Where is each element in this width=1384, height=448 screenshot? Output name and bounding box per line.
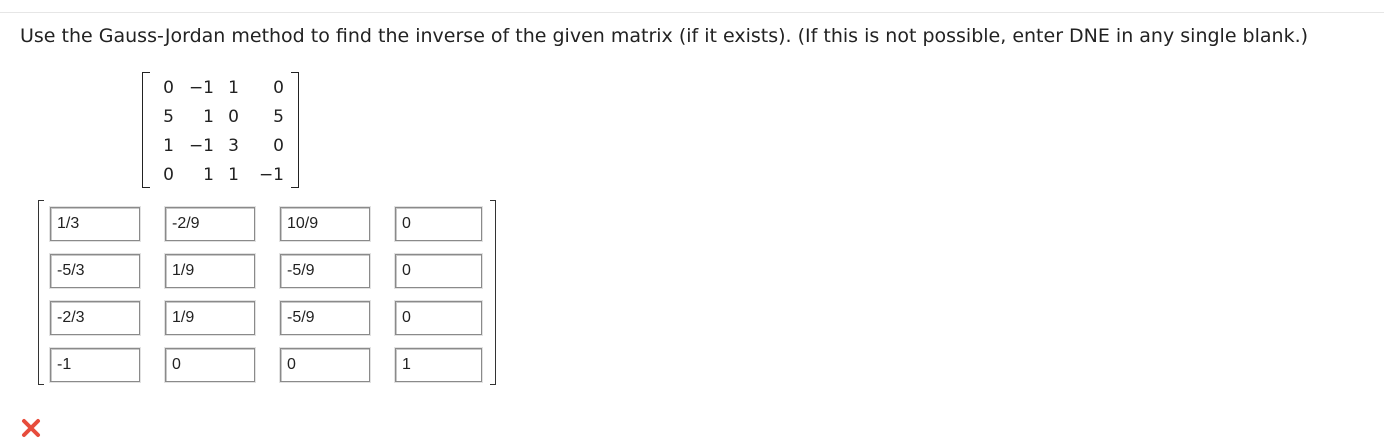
answer-input-r2c4[interactable] [395, 254, 482, 288]
answer-input-r4c4[interactable] [395, 348, 482, 382]
matrix-cell: 5 [273, 107, 284, 127]
matrix-cell: 0 [273, 78, 284, 98]
matrix-cell: 0 [163, 78, 174, 98]
answer-input-r4c1[interactable] [50, 348, 140, 382]
left-bracket [38, 200, 44, 385]
answer-input-r1c2[interactable] [165, 207, 255, 241]
matrix-cell: 0 [163, 165, 174, 185]
answer-matrix [38, 200, 496, 386]
matrix-cell: 3 [228, 136, 239, 156]
matrix-cell: 1 [228, 78, 239, 98]
matrix-cell: 0 [273, 136, 284, 156]
answer-input-r3c1[interactable] [50, 301, 140, 335]
right-bracket [490, 200, 496, 385]
given-matrix: 0 −1 1 0 5 1 0 5 1 −1 3 0 0 1 1 −1 [142, 72, 299, 188]
right-bracket [291, 72, 299, 188]
answer-input-r2c3[interactable] [280, 254, 370, 288]
matrix-cell: 1 [163, 136, 174, 156]
answer-input-r1c3[interactable] [280, 207, 370, 241]
matrix-cell: 0 [228, 107, 239, 127]
answer-input-r3c4[interactable] [395, 301, 482, 335]
question-text: Use the Gauss-Jordan method to find the … [20, 25, 1309, 47]
answer-input-r3c3[interactable] [280, 301, 370, 335]
matrix-cell: 5 [163, 107, 174, 127]
answer-input-r4c3[interactable] [280, 348, 370, 382]
answer-input-r2c1[interactable] [50, 254, 140, 288]
answer-input-r1c1[interactable] [50, 207, 140, 241]
answer-input-r4c2[interactable] [165, 348, 255, 382]
answer-input-r3c2[interactable] [165, 301, 255, 335]
answer-input-r2c2[interactable] [165, 254, 255, 288]
top-divider [0, 12, 1384, 13]
matrix-cell: 1 [228, 165, 239, 185]
incorrect-x-icon [22, 419, 40, 437]
answer-input-r1c4[interactable] [395, 207, 482, 241]
matrix-cell: −1 [258, 165, 284, 185]
